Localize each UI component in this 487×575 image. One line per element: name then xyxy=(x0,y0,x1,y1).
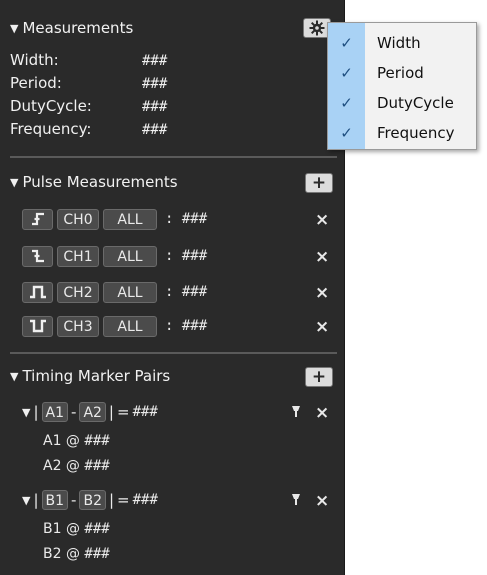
menu-item-frequency[interactable]: ✓ Frequency xyxy=(328,118,476,148)
pulse-measurements-title: Pulse Measurements xyxy=(22,173,178,191)
scope-select[interactable]: ALL xyxy=(103,281,157,303)
menu-item-period[interactable]: ✓ Period xyxy=(328,58,476,88)
negative-pulse-button[interactable] xyxy=(22,315,53,337)
channel-select[interactable]: CH0 xyxy=(57,208,99,230)
falling-edge-icon xyxy=(31,249,44,263)
remove-pulse-button[interactable]: × xyxy=(315,317,329,337)
scope-select[interactable]: ALL xyxy=(103,315,157,337)
marker-pair-row: ▼ | A1 - A2 | = ### xyxy=(22,402,158,422)
pulse-row: CH3 ALL : ### xyxy=(22,315,207,337)
check-icon: ✓ xyxy=(340,124,353,142)
check-icon: ✓ xyxy=(340,34,353,52)
positive-pulse-icon xyxy=(29,285,46,299)
remove-pulse-button[interactable]: × xyxy=(315,247,329,267)
pin-icon[interactable] xyxy=(291,493,301,509)
section-divider xyxy=(10,352,337,354)
marker-pair-row: ▼ | B1 - B2 | = ### xyxy=(22,490,158,510)
measurements-panel: ▼ Measurements Width: ### Period: ### Duty… xyxy=(0,0,345,575)
channel-select[interactable]: CH3 xyxy=(57,315,99,337)
pin-icon[interactable] xyxy=(291,405,301,421)
scope-select[interactable]: ALL xyxy=(103,245,157,267)
marker-detail: B2 @ ### xyxy=(43,546,110,562)
remove-pulse-button[interactable]: × xyxy=(315,283,329,303)
measurement-row-width: Width: ### xyxy=(10,51,168,69)
marker-b1-button[interactable]: B1 xyxy=(41,490,69,510)
collapse-triangle-icon[interactable]: ▼ xyxy=(22,406,30,419)
collapse-triangle-icon[interactable]: ▼ xyxy=(10,22,18,35)
check-icon: ✓ xyxy=(340,94,353,112)
measurements-title: Measurements xyxy=(22,19,134,37)
marker-pair-value: ### xyxy=(132,404,158,420)
pulse-separator: : xyxy=(165,211,174,227)
measurement-row-frequency: Frequency: ### xyxy=(10,120,168,138)
menu-item-dutycycle[interactable]: ✓ DutyCycle xyxy=(328,88,476,118)
marker-detail: A1 @ ### xyxy=(43,433,110,449)
menu-item-width[interactable]: ✓ Width xyxy=(328,28,476,58)
marker-detail: A2 @ ### xyxy=(43,458,110,474)
pulse-separator: : xyxy=(165,318,174,334)
pulse-measurements-header[interactable]: ▼ Pulse Measurements xyxy=(10,173,178,191)
collapse-triangle-icon[interactable]: ▼ xyxy=(10,370,18,383)
remove-marker-pair-button[interactable]: × xyxy=(315,491,329,511)
measurement-row-period: Period: ### xyxy=(10,74,168,92)
positive-pulse-button[interactable] xyxy=(22,281,53,303)
timing-marker-pairs-header[interactable]: ▼ Timing Marker Pairs xyxy=(10,367,170,385)
channel-select[interactable]: CH2 xyxy=(57,281,99,303)
rising-edge-icon xyxy=(31,212,44,226)
pulse-value: ### xyxy=(181,211,208,227)
remove-marker-pair-button[interactable]: × xyxy=(315,403,329,423)
collapse-triangle-icon[interactable]: ▼ xyxy=(22,494,30,507)
marker-a2-button[interactable]: A2 xyxy=(79,402,106,422)
add-pulse-measurement-button[interactable]: + xyxy=(305,173,333,193)
check-icon: ✓ xyxy=(340,64,353,82)
marker-detail: B1 @ ### xyxy=(43,521,110,537)
pulse-separator: : xyxy=(165,248,174,264)
pulse-separator: : xyxy=(165,284,174,300)
measurement-row-dutycycle: DutyCycle: ### xyxy=(10,97,168,115)
gear-icon xyxy=(309,20,325,36)
scope-select[interactable]: ALL xyxy=(103,208,157,230)
marker-b2-button[interactable]: B2 xyxy=(79,490,106,510)
pulse-value: ### xyxy=(181,318,208,334)
timing-marker-pairs-title: Timing Marker Pairs xyxy=(22,367,171,385)
measurements-header[interactable]: ▼ Measurements xyxy=(10,19,133,37)
marker-pair-value: ### xyxy=(132,492,158,508)
pulse-value: ### xyxy=(181,284,208,300)
pulse-row: CH0 ALL : ### xyxy=(22,208,207,230)
collapse-triangle-icon[interactable]: ▼ xyxy=(10,176,18,189)
rising-edge-button[interactable] xyxy=(22,208,53,230)
remove-pulse-button[interactable]: × xyxy=(315,210,329,230)
channel-select[interactable]: CH1 xyxy=(57,245,99,267)
marker-a1-button[interactable]: A1 xyxy=(41,402,69,422)
pulse-row: CH2 ALL : ### xyxy=(22,281,207,303)
section-divider xyxy=(10,156,337,158)
negative-pulse-icon xyxy=(29,319,46,333)
pulse-value: ### xyxy=(181,248,208,264)
falling-edge-button[interactable] xyxy=(22,245,53,267)
add-marker-pair-button[interactable]: + xyxy=(305,367,333,387)
measurements-dropdown-menu: ✓ Width ✓ Period ✓ DutyCycle ✓ Frequency xyxy=(327,22,477,150)
pulse-row: CH1 ALL : ### xyxy=(22,245,207,267)
